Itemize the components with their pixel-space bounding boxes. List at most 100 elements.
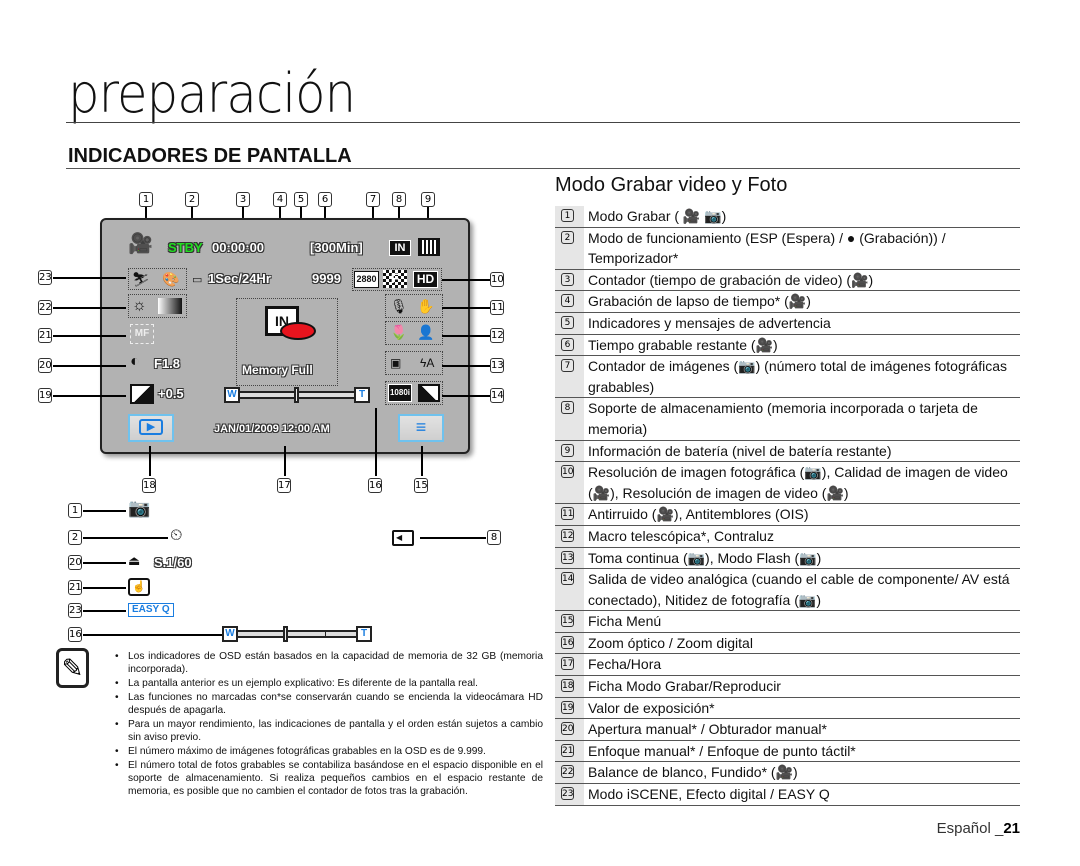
- menu-icon: ≡: [415, 417, 427, 437]
- wind-cut-icon: 🎙: [390, 298, 408, 314]
- row-number: 13: [561, 550, 574, 564]
- row-number-cell: 11: [555, 504, 584, 525]
- leader-22: [53, 307, 126, 309]
- fader-icon: [158, 298, 182, 314]
- row-number-cell: 18: [555, 676, 584, 697]
- callout-3: 3: [236, 192, 250, 207]
- row-description: Macro telescópica*, Contraluz: [588, 527, 774, 544]
- time-lapse-interval: 1Sec/24Hr: [208, 271, 271, 286]
- callout-photo-20: 20: [68, 555, 82, 570]
- row-description: Modo iSCENE, Efecto digital / EASY Q: [588, 786, 830, 803]
- row-number-cell: 13: [555, 547, 584, 569]
- row-number: 8: [561, 401, 574, 415]
- callout-1: 1: [139, 192, 153, 207]
- description-row: 12 Macro telescópica*, Contraluz: [555, 525, 1020, 548]
- row-description: Modo de funcionamiento (ESP (Espera) / ●…: [588, 229, 946, 267]
- camcorder-icon: 🎥: [128, 233, 153, 255]
- callout-photo-23: 23: [68, 603, 82, 618]
- row-description: Resolución de imagen fotográfica (📷), Ca…: [588, 464, 1008, 501]
- row-description: Modo Grabar ( 🎥 📷): [588, 208, 727, 224]
- note-item: Las funciones no marcadas con*se conserv…: [115, 691, 543, 717]
- photo-counter: 9999: [312, 271, 341, 286]
- callout-16: 16: [368, 478, 382, 493]
- zoom-tele-button[interactable]: T: [354, 387, 370, 403]
- footer-language: Español _: [936, 820, 1004, 837]
- callout-12: 12: [490, 328, 504, 343]
- row-number-cell: 2: [555, 227, 584, 269]
- description-row: 9 Información de batería (nivel de baterí…: [555, 440, 1020, 463]
- callout-18: 18: [142, 478, 156, 493]
- row-number-cell: 7: [555, 356, 584, 398]
- note-item: La pantalla anterior es un ejemplo expli…: [115, 677, 543, 690]
- memory-full-pie-icon: [280, 322, 316, 340]
- description-row: 4 Grabación de lapso de tiempo* (🎥): [555, 291, 1020, 313]
- description-row: 21 Enfoque manual* / Enfoque de punto tác…: [555, 740, 1020, 763]
- row-description: Balance de blanco, Fundido* (🎥): [588, 764, 798, 781]
- exposure-value: +0.5: [158, 386, 184, 401]
- leader-photo-2: [83, 537, 168, 539]
- photo-zoom-tele-button[interactable]: T: [356, 626, 372, 642]
- zoom-position-handle[interactable]: [294, 387, 299, 403]
- leader-17: [284, 446, 286, 476]
- description-row: 13 Toma continua (📷), Modo Flash (📷): [555, 547, 1020, 570]
- description-row: 10 Resolución de imagen fotográfica (📷), …: [555, 462, 1020, 505]
- row-number-cell: 10: [555, 462, 584, 504]
- row-number-cell: 1: [555, 206, 584, 227]
- lcd-screen: 🎥 STBY 00:00:00 [300Min] IN ⛷ 🎨 ▭ 1Sec/2…: [100, 218, 470, 454]
- row-number-cell: 20: [555, 719, 584, 740]
- row-number: 1: [561, 209, 574, 222]
- row-number-cell: 5: [555, 312, 584, 334]
- description-row: 8 Soporte de almacenamiento (memoria inco…: [555, 398, 1020, 441]
- callout-22: 22: [38, 300, 52, 315]
- shutter-manual-icon: ⏏: [128, 553, 141, 568]
- callout-4: 4: [273, 192, 287, 207]
- memory-full-warning: Memory Full: [242, 363, 313, 377]
- row-number-cell: 4: [555, 291, 584, 312]
- row-number-cell: 15: [555, 611, 584, 632]
- row-description: Contador de imágenes (📷) (número total d…: [588, 358, 1007, 395]
- record-play-tab-button[interactable]: ▶: [128, 414, 174, 442]
- photo-zoom-wide-button[interactable]: W: [222, 626, 238, 642]
- description-row: 11 Antirruido (🎥), Antitemblores (OIS): [555, 504, 1020, 526]
- row-number: 14: [561, 572, 574, 586]
- leader-15: [421, 446, 423, 476]
- play-icon: ▶: [139, 419, 163, 435]
- description-row: 22 Balance de blanco, Fundido* (🎥): [555, 762, 1020, 785]
- leader-21: [53, 335, 126, 337]
- row-description: Indicadores y mensajes de advertencia: [588, 314, 831, 331]
- exposure-icon: [130, 384, 154, 404]
- photo-zoom-position-handle[interactable]: [283, 626, 288, 642]
- row-description: Soporte de almacenamiento (memoria incor…: [588, 400, 978, 437]
- notes-list: Los indicadores de OSD están basados en …: [115, 650, 543, 799]
- photo-zoom-bar[interactable]: [238, 630, 356, 638]
- description-row: 1 Modo Grabar ( 🎥 📷): [555, 206, 1020, 228]
- row-number-cell: 16: [555, 632, 584, 654]
- callout-23: 23: [38, 270, 52, 285]
- callout-6: 6: [318, 192, 332, 207]
- callout-photo-8: 8: [487, 530, 501, 545]
- zoom-wide-button[interactable]: W: [224, 387, 240, 403]
- note-pencil-icon: ✎: [56, 648, 89, 688]
- callout-photo-16: 16: [68, 627, 82, 642]
- row-description: Información de batería (nivel de batería…: [588, 442, 892, 459]
- menu-tab-button[interactable]: ≡: [398, 414, 444, 442]
- callout-7: 7: [366, 192, 380, 207]
- note-item: Los indicadores de OSD están basados en …: [115, 650, 543, 676]
- row-number: 18: [561, 679, 574, 693]
- note-item: El número máximo de imágenes fotográfica…: [115, 745, 543, 758]
- description-row: 18 Ficha Modo Grabar/Reproducir: [555, 676, 1020, 698]
- callout-13: 13: [490, 358, 504, 373]
- row-description: Toma continua (📷), Modo Flash (📷): [588, 549, 822, 566]
- row-description: Antirruido (🎥), Antitemblores (OIS): [588, 506, 809, 523]
- row-number: 2: [561, 230, 574, 244]
- callout-10: 10: [490, 272, 504, 287]
- easy-q-badge: EASY Q: [128, 603, 174, 617]
- description-row: 23 Modo iSCENE, Efecto digital / EASY Q: [555, 784, 1020, 806]
- row-description: Salida de video analógica (cuando el cab…: [588, 571, 1010, 608]
- aperture-value: F1.8: [154, 356, 181, 371]
- photo-resolution-icon: 2880: [354, 271, 379, 288]
- callout-17: 17: [277, 478, 291, 493]
- date-time: JAN/01/2009 12:00 AM: [214, 423, 330, 435]
- flash-auto-icon: ϟA: [420, 356, 435, 370]
- description-row: 6 Tiempo grabable restante (🎥): [555, 334, 1020, 357]
